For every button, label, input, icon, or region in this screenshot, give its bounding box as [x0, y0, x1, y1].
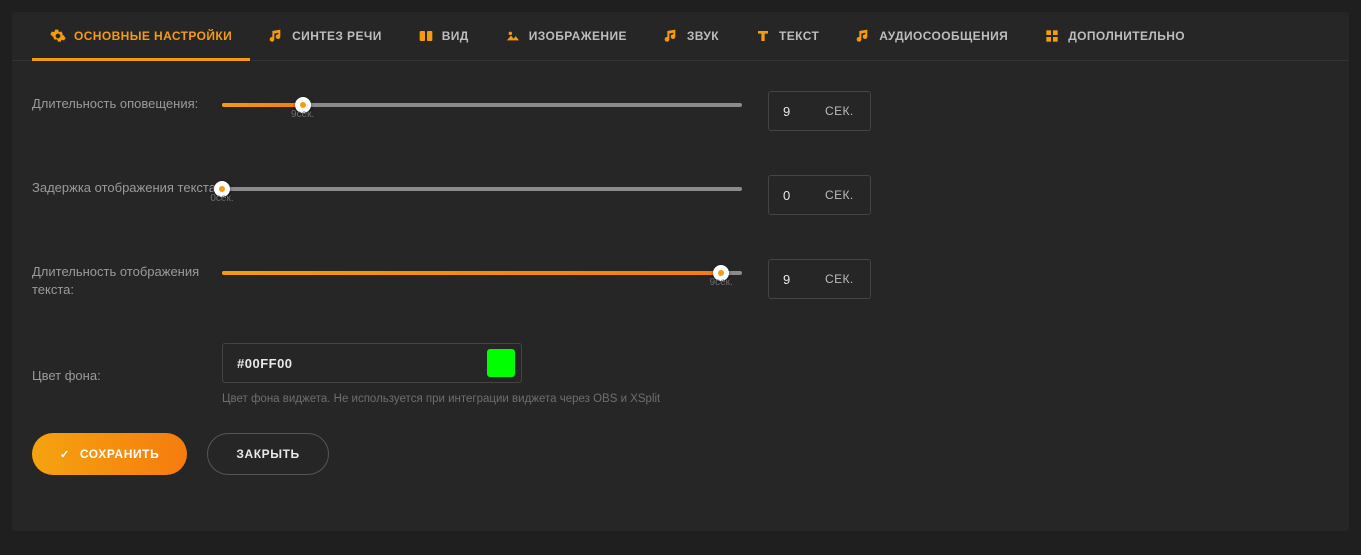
music-icon — [855, 28, 871, 44]
tab-audio-messages[interactable]: АУДИОСООБЩЕНИЯ — [837, 12, 1026, 61]
label-text-delay: Задержка отображения текста: — [32, 175, 222, 197]
row-text-duration: Длительность отображения текста: 9сек. С… — [32, 259, 1329, 299]
color-field-wrap: Цвет фона виджета. Не используется при и… — [222, 343, 660, 405]
slider-tick: 0сек. — [210, 193, 233, 204]
value-box-text-delay: СЕК. — [768, 175, 871, 215]
image-icon — [505, 28, 521, 44]
tab-label: ЗВУК — [687, 29, 719, 43]
unit-label: СЕК. — [825, 260, 870, 298]
row-alert-duration: Длительность оповещения: 9сек. СЕК. — [32, 91, 1329, 131]
tab-label: ОСНОВНЫЕ НАСТРОЙКИ — [74, 29, 232, 43]
music-icon — [268, 28, 284, 44]
gear-icon — [50, 28, 66, 44]
slider-tick: 9сек. — [710, 277, 733, 288]
tab-text[interactable]: ТЕКСТ — [737, 12, 837, 61]
unit-label: СЕК. — [825, 92, 870, 130]
check-icon: ✓ — [60, 448, 70, 461]
slider-tick: 9сек. — [291, 109, 314, 120]
settings-content: Длительность оповещения: 9сек. СЕК. Заде… — [12, 61, 1349, 405]
tab-view[interactable]: ВИД — [400, 12, 487, 61]
color-input-box — [222, 343, 522, 383]
color-swatch[interactable] — [487, 349, 515, 377]
music-icon — [663, 28, 679, 44]
row-text-delay: Задержка отображения текста: 0сек. СЕК. — [32, 175, 1329, 215]
grid-icon — [1044, 28, 1060, 44]
value-box-text-duration: СЕК. — [768, 259, 871, 299]
label-text-duration: Длительность отображения текста: — [32, 259, 222, 299]
tabs-bar: ОСНОВНЫЕ НАСТРОЙКИ СИНТЕЗ РЕЧИ ВИД ИЗОБР… — [12, 12, 1349, 61]
view-icon — [418, 28, 434, 44]
tab-image[interactable]: ИЗОБРАЖЕНИЕ — [487, 12, 645, 61]
row-bg-color: Цвет фона: Цвет фона виджета. Не использ… — [32, 343, 1329, 405]
close-button-label: ЗАКРЫТЬ — [236, 447, 299, 461]
tab-sound[interactable]: ЗВУК — [645, 12, 737, 61]
slider-text-delay[interactable]: 0сек. — [222, 175, 742, 191]
text-icon — [755, 28, 771, 44]
tab-main-settings[interactable]: ОСНОВНЫЕ НАСТРОЙКИ — [32, 12, 250, 61]
input-bg-color[interactable] — [237, 356, 487, 371]
unit-label: СЕК. — [825, 176, 870, 214]
tab-label: АУДИОСООБЩЕНИЯ — [879, 29, 1008, 43]
label-alert-duration: Длительность оповещения: — [32, 91, 222, 113]
label-bg-color: Цвет фона: — [32, 363, 222, 385]
save-button-label: СОХРАНИТЬ — [80, 447, 160, 461]
slider-text-duration[interactable]: 9сек. — [222, 259, 742, 275]
slider-alert-duration[interactable]: 9сек. — [222, 91, 742, 107]
close-button[interactable]: ЗАКРЫТЬ — [207, 433, 328, 475]
hint-bg-color: Цвет фона виджета. Не используется при и… — [222, 393, 660, 405]
input-alert-duration[interactable] — [769, 92, 825, 130]
tab-label: СИНТЕЗ РЕЧИ — [292, 29, 382, 43]
tab-label: ДОПОЛНИТЕЛЬНО — [1068, 29, 1185, 43]
input-text-duration[interactable] — [769, 260, 825, 298]
tab-advanced[interactable]: ДОПОЛНИТЕЛЬНО — [1026, 12, 1203, 61]
value-box-alert-duration: СЕК. — [768, 91, 871, 131]
input-text-delay[interactable] — [769, 176, 825, 214]
tab-label: ВИД — [442, 29, 469, 43]
settings-panel: ОСНОВНЫЕ НАСТРОЙКИ СИНТЕЗ РЕЧИ ВИД ИЗОБР… — [12, 12, 1349, 531]
tab-label: ТЕКСТ — [779, 29, 819, 43]
save-button[interactable]: ✓ СОХРАНИТЬ — [32, 433, 187, 475]
tab-label: ИЗОБРАЖЕНИЕ — [529, 29, 627, 43]
button-bar: ✓ СОХРАНИТЬ ЗАКРЫТЬ — [12, 433, 1349, 475]
tab-tts[interactable]: СИНТЕЗ РЕЧИ — [250, 12, 400, 61]
